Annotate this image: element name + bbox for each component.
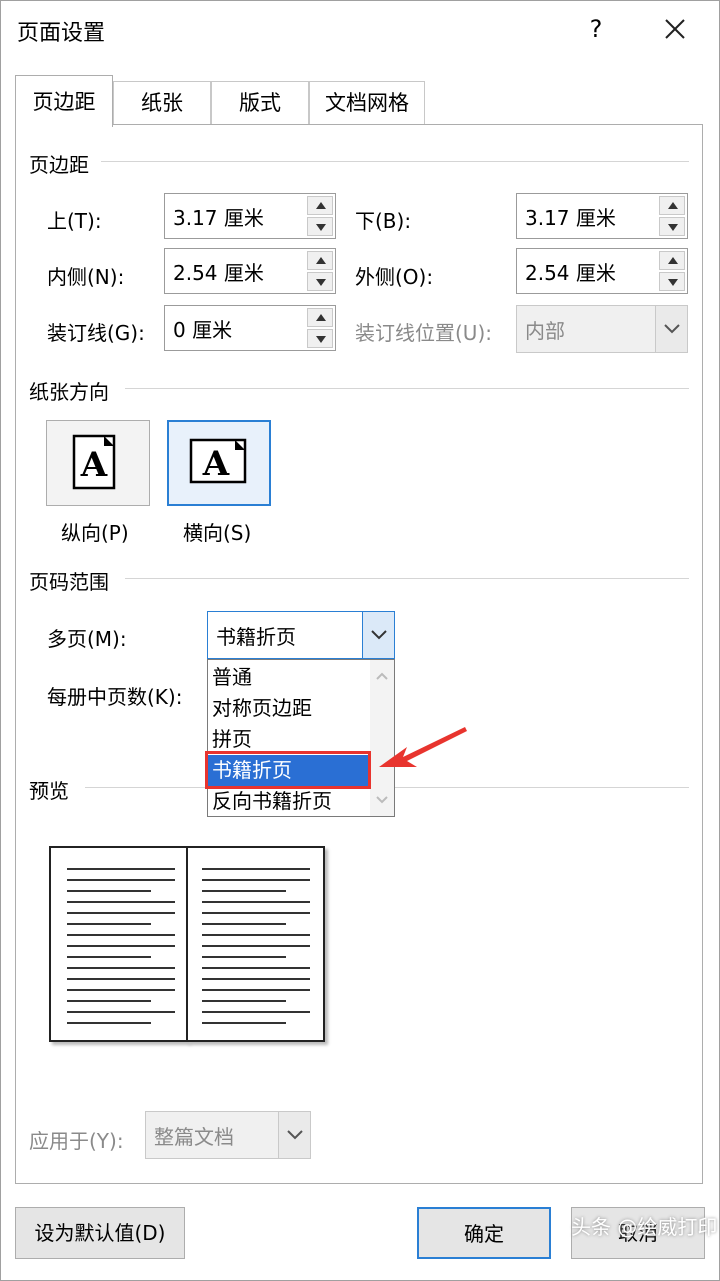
outside-margin-label: 外侧(O):: [355, 265, 434, 289]
spin-down-button[interactable]: [659, 272, 685, 291]
top-margin-spinner[interactable]: 3.17 厘米: [164, 193, 336, 239]
inside-margin-value: 2.54 厘米: [173, 261, 264, 285]
chevron-down-icon: [287, 1130, 303, 1140]
apply-to-value: 整篇文档: [154, 1125, 234, 1149]
apply-to-label: 应用于(Y):: [29, 1129, 124, 1153]
dropdown-option[interactable]: 普通: [208, 662, 368, 693]
landscape-page-icon: A: [189, 438, 247, 484]
preview-page-right: [186, 846, 325, 1042]
ok-button[interactable]: 确定: [417, 1207, 551, 1259]
portrait-label: 纵向(P): [61, 521, 129, 545]
multiple-pages-label: 多页(M):: [47, 627, 127, 651]
tab-margins[interactable]: 页边距: [15, 75, 113, 127]
multiple-pages-select[interactable]: 书籍折页: [207, 611, 395, 659]
chevron-down-icon: [371, 630, 387, 640]
gutter-position-label: 装订线位置(U):: [355, 321, 492, 345]
inside-margin-spinner[interactable]: 2.54 厘米: [164, 248, 336, 294]
spin-up-button[interactable]: [307, 196, 333, 215]
close-icon: [665, 19, 685, 39]
dropdown-option[interactable]: 对称页边距: [208, 693, 368, 724]
portrait-page-icon: A: [72, 434, 116, 490]
multiple-pages-dropdown: 普通 对称页边距 拼页 书籍折页 反向书籍折页: [207, 659, 395, 817]
svg-text:A: A: [80, 445, 108, 485]
portrait-button[interactable]: A: [46, 420, 150, 506]
tab-layout[interactable]: 版式: [211, 81, 309, 125]
tab-document-grid[interactable]: 文档网格: [309, 81, 425, 125]
spin-up-button[interactable]: [659, 251, 685, 270]
title-bar: 页面设置 ?: [1, 1, 720, 59]
spin-down-button[interactable]: [307, 272, 333, 291]
scroll-up-icon[interactable]: [370, 664, 394, 688]
divider: [101, 161, 689, 162]
landscape-button[interactable]: A: [167, 420, 271, 506]
annotation-arrow-icon: [379, 727, 467, 767]
orientation-group-title: 纸张方向: [29, 376, 119, 405]
divider: [125, 578, 689, 579]
outside-margin-spinner[interactable]: 2.54 厘米: [516, 248, 688, 294]
spin-down-button[interactable]: [307, 217, 333, 236]
bottom-margin-value: 3.17 厘米: [525, 206, 616, 230]
inside-margin-label: 内侧(N):: [47, 265, 125, 289]
tab-paper[interactable]: 纸张: [113, 81, 211, 125]
spin-down-button[interactable]: [659, 217, 685, 236]
booklet-preview: [49, 846, 327, 1042]
bottom-margin-label: 下(B):: [355, 209, 412, 233]
sheets-per-booklet-label: 每册中页数(K):: [47, 685, 183, 709]
dropdown-option[interactable]: 反向书籍折页: [208, 786, 372, 817]
spin-up-button[interactable]: [307, 251, 333, 270]
divider: [125, 388, 689, 389]
landscape-label: 横向(S): [183, 521, 252, 545]
pages-group-title: 页码范围: [29, 566, 119, 595]
spin-up-button[interactable]: [307, 308, 333, 327]
annotation-highlight-box: [205, 751, 371, 789]
gutter-value: 0 厘米: [173, 318, 233, 342]
dialog-title: 页面设置: [17, 21, 106, 46]
gutter-label: 装订线(G):: [47, 321, 145, 345]
preview-page-left: [49, 846, 188, 1042]
close-button[interactable]: [657, 11, 693, 47]
apply-to-select: 整篇文档: [145, 1111, 311, 1159]
gutter-position-value: 内部: [525, 319, 565, 343]
bottom-margin-spinner[interactable]: 3.17 厘米: [516, 193, 688, 239]
margins-group-title: 页边距: [29, 149, 99, 178]
gutter-position-select: 内部: [516, 305, 688, 353]
gutter-spinner[interactable]: 0 厘米: [164, 305, 336, 351]
page-setup-dialog: 页面设置 ? 页边距 纸张 版式 文档网格 页边距 上(T): 3.17 厘米 …: [0, 0, 720, 1281]
set-as-default-button[interactable]: 设为默认值(D): [15, 1207, 185, 1259]
multiple-pages-value: 书籍折页: [216, 625, 296, 649]
scroll-down-icon[interactable]: [370, 788, 394, 812]
svg-text:A: A: [202, 444, 230, 484]
spin-up-button[interactable]: [659, 196, 685, 215]
chevron-down-icon: [664, 324, 680, 334]
spin-down-button[interactable]: [307, 329, 333, 348]
top-margin-value: 3.17 厘米: [173, 206, 264, 230]
top-margin-label: 上(T):: [47, 209, 102, 233]
help-button[interactable]: ?: [581, 11, 611, 47]
watermark: 头条 @绘威打印: [571, 1215, 718, 1239]
outside-margin-value: 2.54 厘米: [525, 261, 616, 285]
preview-group-title: 预览: [29, 775, 79, 804]
dropdown-toggle[interactable]: [362, 612, 394, 658]
